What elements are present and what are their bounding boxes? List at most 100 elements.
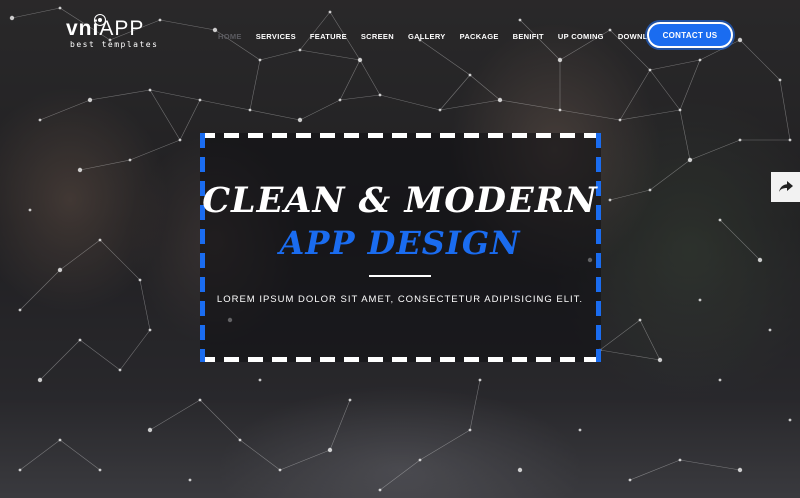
nav-item-package[interactable]: PACKAGE (460, 32, 499, 41)
network-line (259, 49, 301, 61)
network-dot (198, 98, 202, 102)
network-dot (778, 78, 782, 82)
network-dot (77, 167, 83, 173)
network-dot (678, 108, 682, 112)
network-line (649, 69, 681, 111)
network-line (419, 429, 471, 461)
network-dot (188, 478, 192, 482)
network-dot (737, 467, 743, 473)
nav-item-home[interactable]: HOME (218, 32, 242, 41)
network-dot (497, 97, 503, 103)
network-line (439, 74, 471, 111)
network-dot (638, 318, 642, 322)
network-dot (698, 58, 702, 62)
network-line (629, 459, 681, 481)
nav-item-gallery[interactable]: GALLERY (408, 32, 446, 41)
network-dot (718, 378, 722, 382)
network-dot (788, 418, 792, 422)
network-dot (298, 48, 302, 52)
network-line (329, 399, 351, 451)
network-dot (278, 468, 282, 472)
network-dot (138, 278, 142, 282)
main-nav: HOME SERVICES FEATURE SCREEN GALLERY PAC… (218, 32, 698, 41)
network-line (299, 99, 341, 121)
network-line (599, 319, 641, 351)
network-line (779, 79, 791, 141)
network-dot (478, 378, 482, 382)
network-dot (58, 6, 62, 10)
network-line (339, 94, 381, 101)
network-line (379, 459, 421, 491)
nav-item-benifit[interactable]: BENIFIT (513, 32, 544, 41)
network-line (649, 59, 701, 71)
network-dot (357, 57, 363, 63)
network-dot (768, 328, 772, 332)
network-dot (18, 468, 22, 472)
network-dot (678, 458, 682, 462)
network-line (159, 19, 216, 31)
network-line (299, 11, 331, 51)
network-dot (558, 108, 562, 112)
network-dot (418, 458, 422, 462)
network-dot (178, 138, 182, 142)
network-line (419, 39, 471, 76)
network-dot (628, 478, 632, 482)
network-dot (338, 98, 342, 102)
network-line (249, 109, 301, 121)
hero-divider (369, 275, 431, 277)
network-dot (148, 88, 152, 92)
network-line (19, 439, 61, 471)
network-dot (258, 58, 262, 62)
network-dot (378, 488, 382, 492)
network-line (279, 449, 331, 471)
network-line (599, 349, 661, 361)
network-line (619, 109, 681, 121)
network-dot (78, 338, 82, 342)
nav-item-feature[interactable]: FEATURE (310, 32, 347, 41)
nav-item-services[interactable]: SERVICES (256, 32, 296, 41)
network-line (59, 439, 101, 471)
network-dot (468, 428, 472, 432)
network-line (679, 59, 701, 111)
network-line (689, 139, 741, 161)
network-line (499, 99, 561, 111)
nav-item-screen[interactable]: SCREEN (361, 32, 394, 41)
network-dot (687, 157, 693, 163)
network-dot (788, 138, 792, 142)
network-line (129, 139, 181, 161)
network-dot (517, 467, 523, 473)
network-line (39, 339, 81, 381)
network-line (339, 59, 361, 101)
hero-headline: CLEAN & MODERN (202, 180, 598, 221)
network-dot (58, 438, 62, 442)
network-dot (738, 138, 742, 142)
contact-us-button[interactable]: CONTACT US (647, 22, 733, 48)
network-dot (198, 398, 202, 402)
site-logo[interactable]: vniAPP best templates (66, 14, 158, 49)
network-line (619, 69, 651, 121)
network-dot (348, 398, 352, 402)
network-dot (618, 118, 622, 122)
network-line (639, 319, 661, 361)
network-dot (118, 368, 122, 372)
network-line (199, 399, 241, 441)
network-dot (608, 28, 612, 32)
network-line (679, 109, 691, 161)
network-dot (148, 328, 152, 332)
network-dot (248, 108, 252, 112)
frame-bottom-border (200, 357, 601, 362)
network-dot (438, 108, 442, 112)
network-dot (57, 267, 63, 273)
network-dot (158, 18, 162, 22)
network-line (39, 99, 91, 121)
network-dot (128, 158, 132, 162)
network-dot (468, 73, 472, 77)
network-line (359, 59, 381, 96)
hero-tagline: LOREM IPSUM DOLOR SIT AMET, CONSECTETUR … (216, 294, 584, 305)
network-dot (378, 93, 382, 97)
network-line (179, 99, 201, 141)
network-dot (38, 118, 42, 122)
network-dot (18, 308, 22, 312)
nav-item-up-coming[interactable]: UP COMING (558, 32, 604, 41)
network-dot (518, 18, 522, 22)
